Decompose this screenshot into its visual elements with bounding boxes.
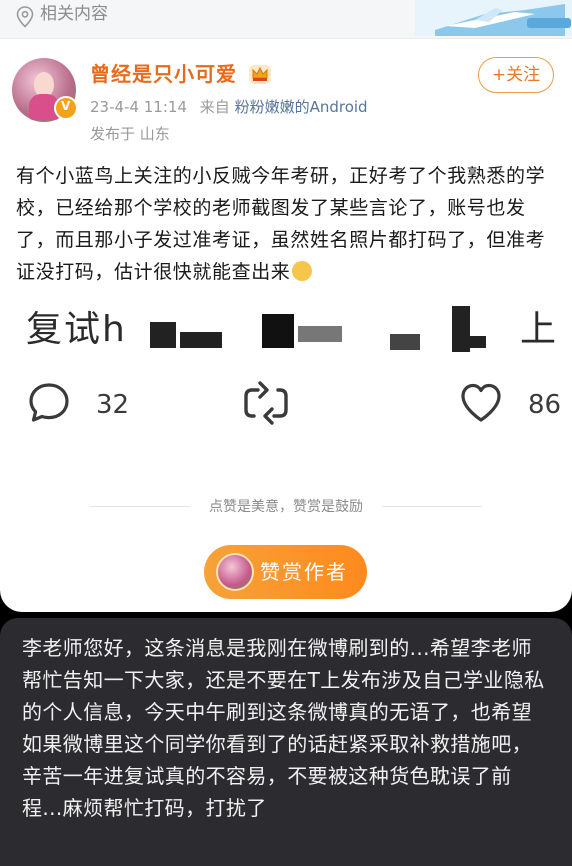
username[interactable]: 曾经是只小可爱: [90, 60, 237, 88]
censor-block: [180, 332, 222, 348]
source-link[interactable]: 粉粉嫩嫩的Android: [235, 98, 368, 116]
repost-button[interactable]: [240, 380, 292, 428]
censored-image-strip: 复试h 上: [0, 300, 572, 362]
crown-icon: [249, 65, 271, 84]
reward-avatar: [216, 553, 254, 591]
comment-count: 32: [96, 390, 130, 420]
message-text: 李老师您好，这条消息是我刚在微博刷到的...希望李老师帮忙告知一下大家，还是不要…: [22, 636, 545, 820]
post-text: 有个小蓝鸟上关注的小反贼今年考研，正好考了个我熟悉的学校，已经给那个学校的老师截…: [16, 160, 556, 288]
verified-icon: V: [54, 96, 78, 120]
like-icon: [461, 383, 501, 422]
censor-block: [262, 314, 294, 348]
comment-button[interactable]: 32: [26, 380, 136, 428]
post-date: 23-4-4 11:14: [90, 98, 187, 116]
weibo-post-card: 相关内容 V 曾经是只小可爱 +关注 23-4-4 11:14 来自 粉粉嫩嫩的…: [0, 0, 572, 612]
post-body: 有个小蓝鸟上关注的小反贼今年考研，正好考了个我熟悉的学校，已经给那个学校的老师截…: [16, 165, 546, 283]
comment-icon: [29, 383, 69, 422]
reward-hint: 点赞是美意，赞赏是鼓励: [209, 499, 363, 515]
reward-author-button[interactable]: 赞赏作者: [204, 545, 367, 599]
censor-block: [390, 334, 420, 350]
airplane-banner-image: [415, 0, 572, 36]
doge-emoji-icon: [292, 261, 313, 281]
location-pin-icon: [16, 6, 34, 28]
follow-button[interactable]: +关注: [478, 57, 554, 93]
source-prefix: 来自: [199, 98, 230, 116]
censored-text-left: 复试h: [26, 309, 127, 350]
censored-text-right: 上: [520, 309, 557, 350]
divider-right: [382, 506, 482, 507]
post-location: 发布于 山东: [90, 125, 170, 143]
repost-icon: [244, 381, 288, 425]
related-content-label: 相关内容: [40, 4, 108, 24]
reward-author-label: 赞赏作者: [260, 560, 348, 584]
censor-block: [452, 306, 470, 352]
censor-block: [150, 322, 176, 348]
message-bubble: 李老师您好，这条消息是我刚在微博刷到的...希望李老师帮忙告知一下大家，还是不要…: [0, 618, 572, 866]
censor-block: [298, 326, 342, 342]
censor-block: [470, 336, 486, 348]
like-count: 86: [528, 390, 562, 420]
related-content-bar[interactable]: 相关内容: [0, 0, 572, 39]
like-button[interactable]: 86: [458, 380, 572, 428]
post-meta: 23-4-4 11:14 来自 粉粉嫩嫩的Android: [90, 96, 368, 118]
